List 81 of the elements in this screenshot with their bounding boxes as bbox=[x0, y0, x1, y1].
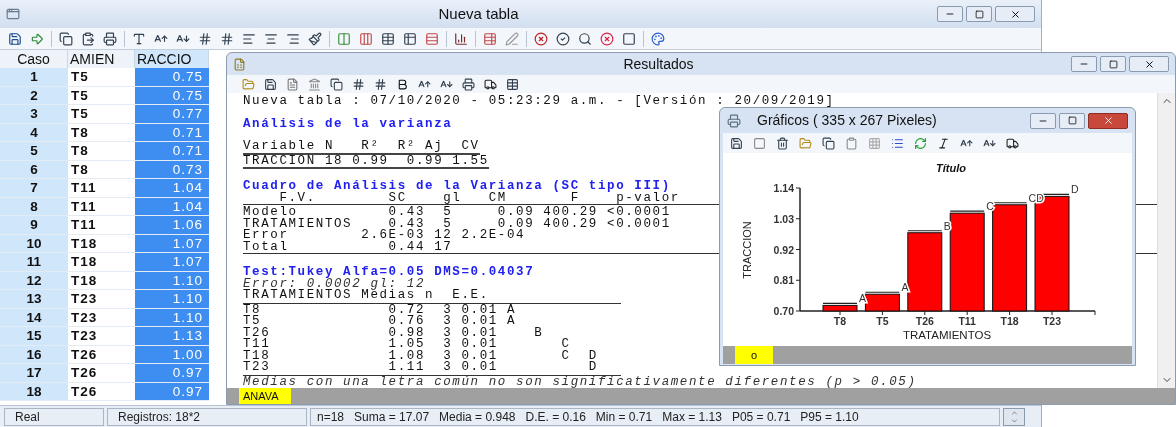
row-number: 5 bbox=[0, 142, 68, 161]
row-number: 13 bbox=[0, 290, 68, 309]
tick-label: 1.14 bbox=[773, 182, 794, 194]
report-line: Nueva tabla : 07/10/2020 - 05:23:29 a.m. - [Versión : 20/09/2019] bbox=[243, 94, 835, 108]
down-icon bbox=[1009, 416, 1019, 425]
report-line: Total 0.44 17 bbox=[243, 239, 453, 254]
report-line: Test:Tukey Alfa=0.05 DMS=0.04037 bbox=[243, 265, 535, 279]
minimize-button[interactable] bbox=[1071, 56, 1097, 72]
maximize-button[interactable] bbox=[1059, 112, 1085, 129]
row-number: 3 bbox=[0, 105, 68, 124]
app-icon bbox=[233, 57, 246, 71]
row-number: 7 bbox=[0, 179, 68, 198]
up-icon bbox=[1009, 408, 1019, 417]
bar bbox=[822, 304, 858, 312]
tick-label: 0.81 bbox=[773, 274, 794, 287]
table-cell: 1.13 bbox=[135, 327, 209, 346]
column-header[interactable]: AMIEN bbox=[68, 50, 135, 68]
category-label: T8 bbox=[833, 315, 847, 327]
report-line: Modelo 0.43 5 0.09 400.29 <0.0001 bbox=[243, 205, 671, 219]
minimize-button[interactable] bbox=[1030, 112, 1056, 129]
group-letter: D bbox=[1071, 183, 1079, 196]
maximize-button[interactable] bbox=[1100, 56, 1126, 72]
row-number: 17 bbox=[0, 364, 68, 383]
category-label: T11 bbox=[958, 315, 976, 327]
table-cell: 1.07 bbox=[135, 253, 209, 272]
report-line: TRATAMIENTOS Medias n E.E. bbox=[243, 288, 489, 302]
report-line: T23 1.11 3 0.01 D bbox=[243, 360, 598, 374]
close-icon bbox=[1102, 115, 1114, 126]
scrollbar[interactable] bbox=[1157, 93, 1175, 388]
row-number: 11 bbox=[0, 253, 68, 272]
table-cell: 1.04 bbox=[135, 179, 209, 198]
close-button[interactable] bbox=[1088, 112, 1128, 129]
maximize-icon bbox=[1067, 116, 1077, 125]
group-letter: B bbox=[943, 219, 951, 232]
table-cell: 0.71 bbox=[135, 142, 209, 161]
tick-label: 1.03 bbox=[773, 212, 794, 225]
status-panel: Registros: 18*2 bbox=[107, 407, 307, 426]
maximize-icon bbox=[974, 9, 984, 19]
minimize-button[interactable] bbox=[937, 6, 963, 22]
table-cell: 0.75 bbox=[135, 68, 209, 87]
report-tab[interactable]: ANAVA bbox=[239, 388, 291, 404]
table-cell: 0.77 bbox=[135, 105, 209, 124]
app-icon bbox=[6, 7, 20, 21]
report-line: T5 0.76 3 0.01 A bbox=[243, 314, 517, 328]
category-label: T5 bbox=[876, 315, 889, 327]
report-line: Error 2.6E-03 12 2.2E-04 bbox=[243, 228, 526, 242]
x-axis-label: TRATAMIENTOS bbox=[902, 329, 992, 341]
report-line: Cuadro de Análisis de la Varianza (SC tipo III) bbox=[243, 179, 671, 193]
tick-label: 0.70 bbox=[773, 305, 794, 317]
bar bbox=[864, 293, 900, 312]
table-cell: 0.97 bbox=[135, 364, 209, 383]
group-letter: CD bbox=[1028, 191, 1044, 204]
window-title: Nueva tabla bbox=[437, 3, 520, 24]
column-header[interactable]: Caso bbox=[0, 50, 68, 68]
column-header[interactable]: RACCIO bbox=[135, 50, 209, 68]
status-panel: Real bbox=[4, 407, 104, 426]
window-title: Resultados bbox=[622, 54, 695, 74]
category-label: T23 bbox=[1042, 315, 1062, 327]
window-title: Gráficos ( 335 x 267 Pixeles) bbox=[757, 111, 938, 130]
row-number: 1 bbox=[0, 68, 68, 87]
close-icon bbox=[1143, 58, 1155, 70]
status-panel: n=18 Suma = 17.07 Media = 0.948 D.E. = 0.16 Min = 0.71 Max = 1.13 P05 = 0.71 P95 = 1.10 bbox=[310, 407, 1000, 426]
graph-tab[interactable]: o bbox=[735, 346, 773, 364]
maximize-icon bbox=[1108, 59, 1118, 69]
row-number: 15 bbox=[0, 327, 68, 346]
table-cell: 1.06 bbox=[135, 216, 209, 235]
close-icon bbox=[1009, 8, 1021, 20]
report-line: Análisis de la varianza bbox=[243, 116, 453, 131]
app-icon bbox=[727, 113, 741, 128]
table-cell: 1.10 bbox=[135, 290, 209, 309]
report-line: Medias con una letra común no son significativamente diferentes (p > 0.05) bbox=[243, 374, 917, 388]
maximize-button[interactable] bbox=[966, 6, 992, 22]
tick-label: 0.92 bbox=[773, 243, 794, 256]
category-label: T26 bbox=[915, 315, 934, 327]
report-line: Variable N R² R² Aj CV bbox=[243, 139, 480, 153]
category-label: T18 bbox=[1000, 315, 1019, 327]
report-line: TRACCION 18 0.99 0.99 1.55 bbox=[243, 153, 489, 168]
y-axis-label: TRACCION bbox=[741, 221, 753, 279]
report-line: T11 1.05 3 0.01 C bbox=[243, 337, 571, 351]
chart-title: Título bbox=[936, 162, 966, 174]
row-number: 9 bbox=[0, 216, 68, 235]
